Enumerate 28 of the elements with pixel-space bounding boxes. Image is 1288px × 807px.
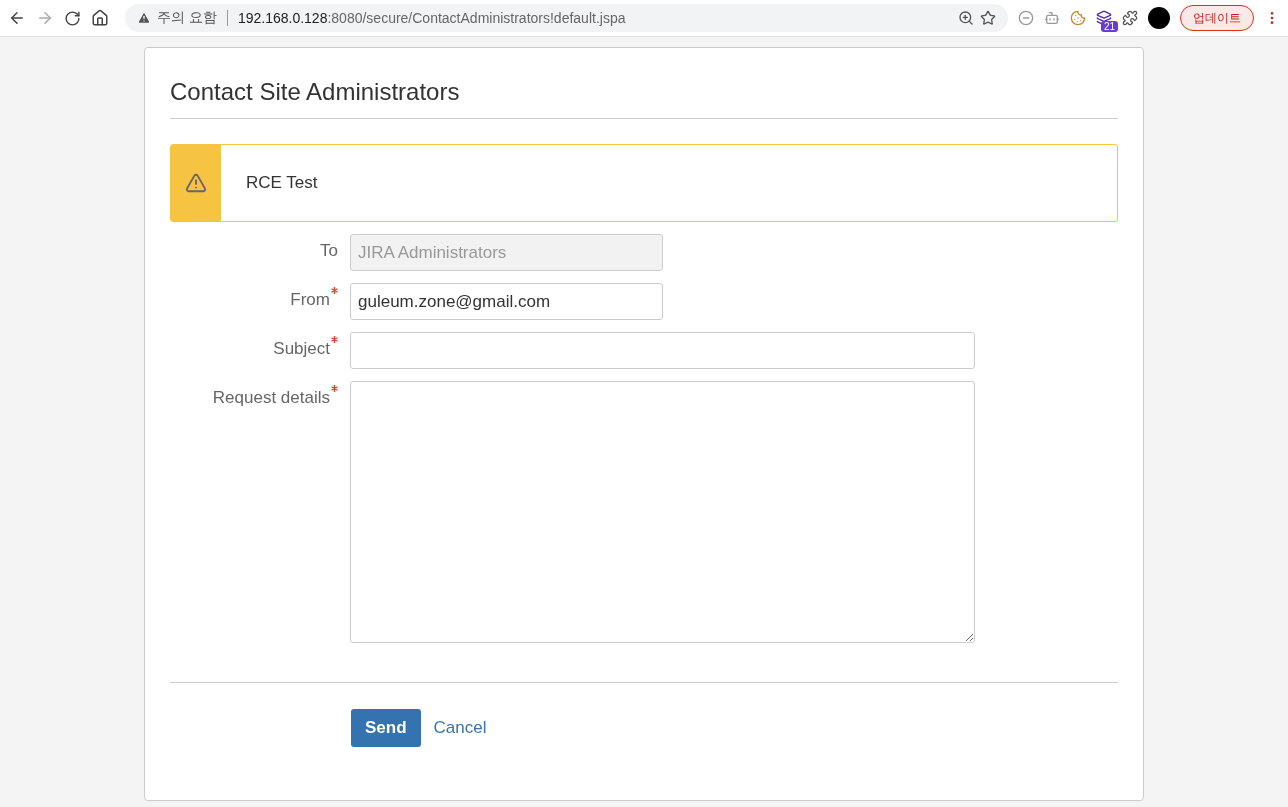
cookie-icon[interactable] (1070, 10, 1086, 26)
field-label: To (320, 241, 338, 261)
warning-icon (185, 172, 207, 194)
warning-icon (137, 11, 151, 25)
puzzle-icon[interactable] (1122, 10, 1138, 26)
home-icon[interactable] (91, 9, 109, 27)
url-text: 192.168.0.128:8080/secure/ContactAdministrators!default.jspa (237, 10, 626, 26)
star-icon[interactable] (980, 10, 996, 26)
page-title: Contact Site Administrators (170, 78, 461, 107)
zoom-icon[interactable] (958, 10, 974, 26)
message-text: RCE Test (245, 173, 318, 193)
textarea-field[interactable] (350, 381, 975, 643)
minus-circle-icon[interactable] (1018, 10, 1034, 26)
field-label: Subject (273, 339, 330, 359)
input-field[interactable]: guleum.zone@gmail.com (350, 283, 663, 320)
robot-icon[interactable] (1044, 10, 1060, 26)
count-badge: 21 (1100, 21, 1118, 32)
address-bar[interactable]: 주의 요함 192.168.0.128:8080/secure/ContactAdministrators!default.jspa (125, 4, 1008, 32)
field-label: From (290, 290, 330, 310)
avatar[interactable] (1148, 7, 1170, 29)
input-field[interactable] (350, 332, 975, 369)
security-label[interactable]: 주의 요함 (157, 9, 217, 27)
update-button[interactable]: 업데이트 (1180, 5, 1254, 31)
field-label: Request details (212, 388, 330, 408)
reload-icon[interactable] (64, 9, 81, 27)
send-button[interactable]: Send (351, 709, 421, 747)
back-icon[interactable] (8, 9, 26, 27)
cancel-link[interactable]: Cancel (433, 718, 487, 738)
